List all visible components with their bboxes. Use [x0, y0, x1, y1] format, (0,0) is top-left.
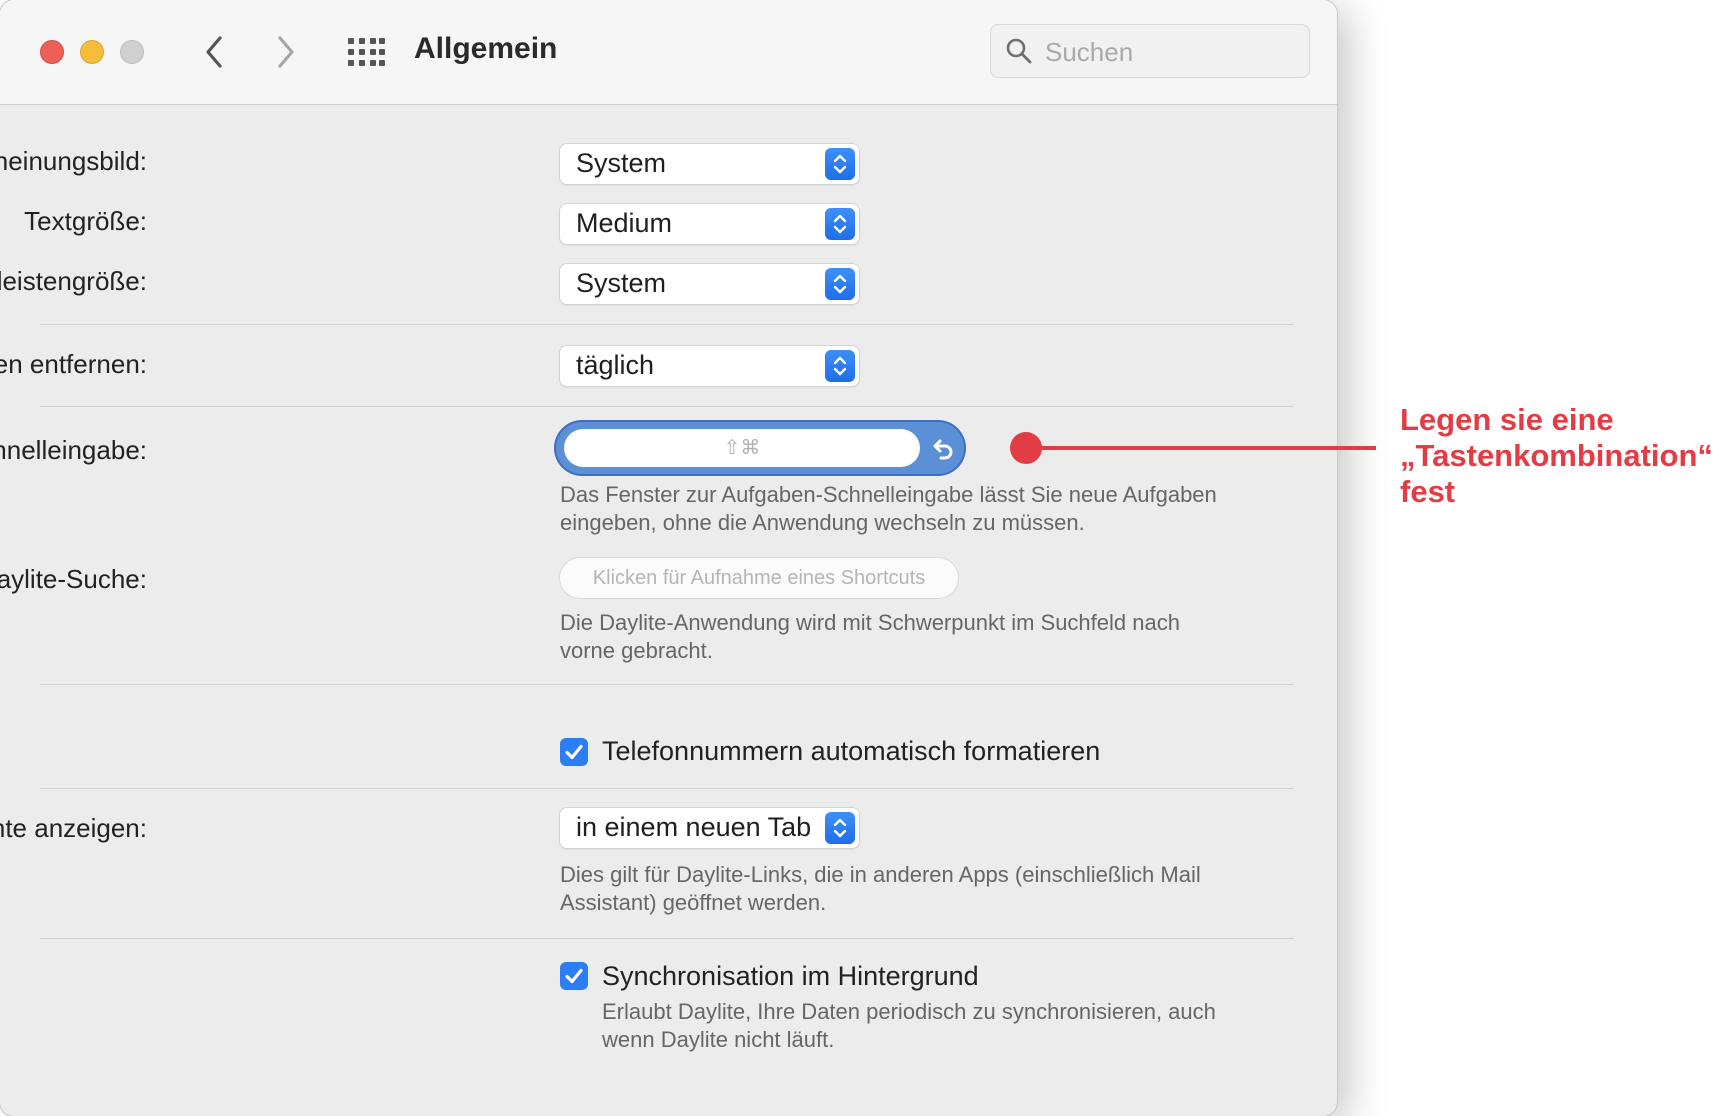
- help-text: vorne gebracht.: [560, 638, 713, 663]
- chevron-left-icon: [206, 36, 222, 68]
- format-phone-checkbox[interactable]: [560, 738, 588, 766]
- sidebar-size-label: Seitenleistengröße:: [0, 266, 147, 296]
- annotation-line: [1026, 446, 1376, 450]
- popup-arrows-icon: [825, 148, 855, 180]
- show-all-grid-icon[interactable]: [344, 34, 386, 70]
- appearance-value: System: [576, 148, 667, 178]
- popup-arrows-icon: [825, 350, 855, 382]
- help-text: Dies gilt für Daylite-Links, die in ande…: [560, 862, 1201, 887]
- annotation-text: Legen sie eine „Tastenkombination“ fest: [1400, 402, 1713, 510]
- appearance-label: Erscheinungsbild:: [0, 146, 147, 176]
- help-text: eingeben, ohne die Anwendung wechseln zu…: [560, 510, 1085, 535]
- background-sync-label[interactable]: Synchronisation im Hintergrund: [602, 961, 979, 992]
- title-bar: Allgemein: [0, 0, 1337, 105]
- text-size-value: Medium: [576, 208, 673, 238]
- search-shortcut-help: Die Daylite-Anwendung wird mit Schwerpun…: [560, 609, 1180, 665]
- show-items-value: in einem neuen Tab: [576, 812, 812, 842]
- checkmark-icon: [565, 744, 583, 760]
- window-title: Allgemein: [414, 32, 558, 65]
- annotation-line-2: „Tastenkombination“: [1400, 438, 1713, 473]
- search-shortcut-label: Shortcut für Daylite-Suche:: [0, 564, 147, 594]
- back-button[interactable]: [192, 30, 236, 74]
- search-icon: [1006, 38, 1032, 64]
- show-items-label: Elemente anzeigen:: [0, 813, 147, 843]
- minimize-button[interactable]: [80, 40, 104, 64]
- help-text: wenn Daylite nicht läuft.: [602, 1027, 835, 1052]
- show-items-help: Dies gilt für Daylite-Links, die in ande…: [560, 861, 1201, 917]
- search-input[interactable]: [1043, 33, 1297, 71]
- remove-completed-label: Erledigte Aufgaben entfernen:: [0, 349, 147, 379]
- annotation-line-1: Legen sie eine: [1400, 402, 1614, 437]
- quick-entry-help: Das Fenster zur Aufgaben-Schnelleingabe …: [560, 481, 1217, 537]
- annotation-dot: [1010, 432, 1042, 464]
- chevron-right-icon: [278, 36, 294, 68]
- separator: [40, 324, 1294, 325]
- help-text: Erlaubt Daylite, Ihre Daten periodisch z…: [602, 999, 1216, 1024]
- help-text: Das Fenster zur Aufgaben-Schnelleingabe …: [560, 482, 1217, 507]
- separator: [40, 788, 1294, 789]
- sidebar-size-popup[interactable]: System: [560, 264, 859, 304]
- quick-entry-shortcut-label: Shortcut für Aufgaben-Schnelleingabe:: [0, 435, 147, 465]
- separator: [40, 938, 1294, 939]
- checkmark-icon: [565, 968, 583, 984]
- search-shortcut-recorder[interactable]: Klicken für Aufnahme eines Shortcuts: [560, 558, 958, 598]
- text-size-popup[interactable]: Medium: [560, 204, 859, 244]
- separator: [40, 406, 1294, 407]
- reset-shortcut-icon[interactable]: [928, 434, 958, 464]
- close-button[interactable]: [40, 40, 64, 64]
- popup-arrows-icon: [825, 268, 855, 300]
- annotation-line-3: fest: [1400, 474, 1456, 509]
- text-size-label: Textgröße:: [24, 206, 147, 236]
- preferences-window: Allgemein Erscheinungsbild: System Textg…: [0, 0, 1337, 1116]
- popup-arrows-icon: [825, 812, 855, 844]
- quick-entry-shortcut-value: ⇧⌘: [564, 429, 920, 467]
- show-items-popup[interactable]: in einem neuen Tab: [560, 808, 859, 848]
- remove-completed-popup[interactable]: täglich: [560, 346, 859, 386]
- forward-button[interactable]: [264, 30, 308, 74]
- background-sync-help: Erlaubt Daylite, Ihre Daten periodisch z…: [602, 998, 1216, 1054]
- separator: [40, 684, 1294, 685]
- remove-completed-value: täglich: [576, 350, 655, 380]
- appearance-popup[interactable]: System: [560, 144, 859, 184]
- sidebar-size-value: System: [576, 268, 667, 298]
- background-sync-checkbox[interactable]: [560, 962, 588, 990]
- popup-arrows-icon: [825, 208, 855, 240]
- search-field[interactable]: [990, 24, 1310, 78]
- quick-entry-shortcut-recorder[interactable]: ⇧⌘: [556, 422, 964, 474]
- help-text: Die Daylite-Anwendung wird mit Schwerpun…: [560, 610, 1180, 635]
- format-phone-label[interactable]: Telefonnummern automatisch formatieren: [602, 736, 1100, 767]
- zoom-button[interactable]: [120, 40, 144, 64]
- help-text: Assistant) geöffnet werden.: [560, 890, 827, 915]
